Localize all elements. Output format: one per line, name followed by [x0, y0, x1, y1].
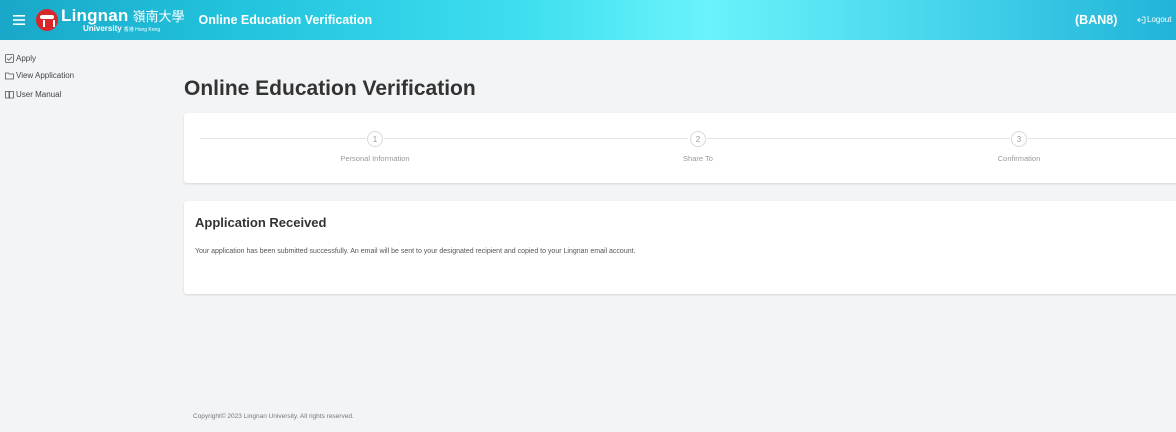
brand-chinese: 嶺南大學 [132, 10, 185, 25]
sidebar-item-apply[interactable]: Apply [5, 54, 36, 63]
logout-icon [1137, 16, 1146, 23]
logout-button[interactable]: Logout [1137, 15, 1171, 24]
book-icon [5, 91, 14, 99]
lingnan-emblem-icon [36, 9, 58, 31]
sidebar: Apply View Application User Manual [0, 40, 175, 432]
brand-sub: University [83, 24, 122, 33]
step-2-circle: 2 [690, 131, 706, 147]
step-connector [707, 138, 1010, 139]
step-connector [200, 138, 366, 139]
step-1-circle: 1 [367, 131, 383, 147]
lingnan-logo[interactable]: Lingnan 嶺南大學 University 香港 Hong Kong [36, 0, 185, 40]
brand-name: Lingnan [61, 6, 129, 25]
sidebar-item-view-application[interactable]: View Application [5, 71, 74, 80]
brand-sub-small: 香港 Hong Kong [123, 27, 161, 33]
user-code: (BAN8) [1075, 13, 1118, 27]
hamburger-menu-icon[interactable] [6, 0, 32, 40]
step-3-circle: 3 [1011, 131, 1027, 147]
step-connector [384, 138, 688, 139]
sidebar-item-label: View Application [16, 71, 75, 80]
result-heading: Application Received [195, 215, 327, 230]
step-2-label: Share To [683, 154, 713, 163]
checkbox-icon [5, 54, 14, 63]
page-title: Online Education Verification [184, 77, 476, 100]
result-panel: Application Received Your application ha… [184, 201, 1176, 294]
result-message: Your application has been submitted succ… [195, 248, 636, 255]
sidebar-item-label: Apply [16, 54, 37, 63]
sidebar-item-label: User Manual [16, 90, 62, 99]
step-connector [1028, 138, 1176, 139]
folder-icon [5, 72, 14, 80]
copyright-footer: Copyright© 2023 Lingnan University. All … [193, 413, 354, 420]
top-navigation-bar: Lingnan 嶺南大學 University 香港 Hong Kong Onli… [0, 0, 1176, 40]
step-3-label: Confirmation [997, 154, 1041, 163]
progress-steps: 1 2 3 Personal Information Share To Conf… [184, 113, 1176, 183]
app-title: Online Education Verification [198, 13, 373, 27]
step-1-label: Personal Information [340, 154, 410, 163]
logout-label: Logout [1147, 15, 1172, 24]
sidebar-item-user-manual[interactable]: User Manual [5, 90, 61, 99]
